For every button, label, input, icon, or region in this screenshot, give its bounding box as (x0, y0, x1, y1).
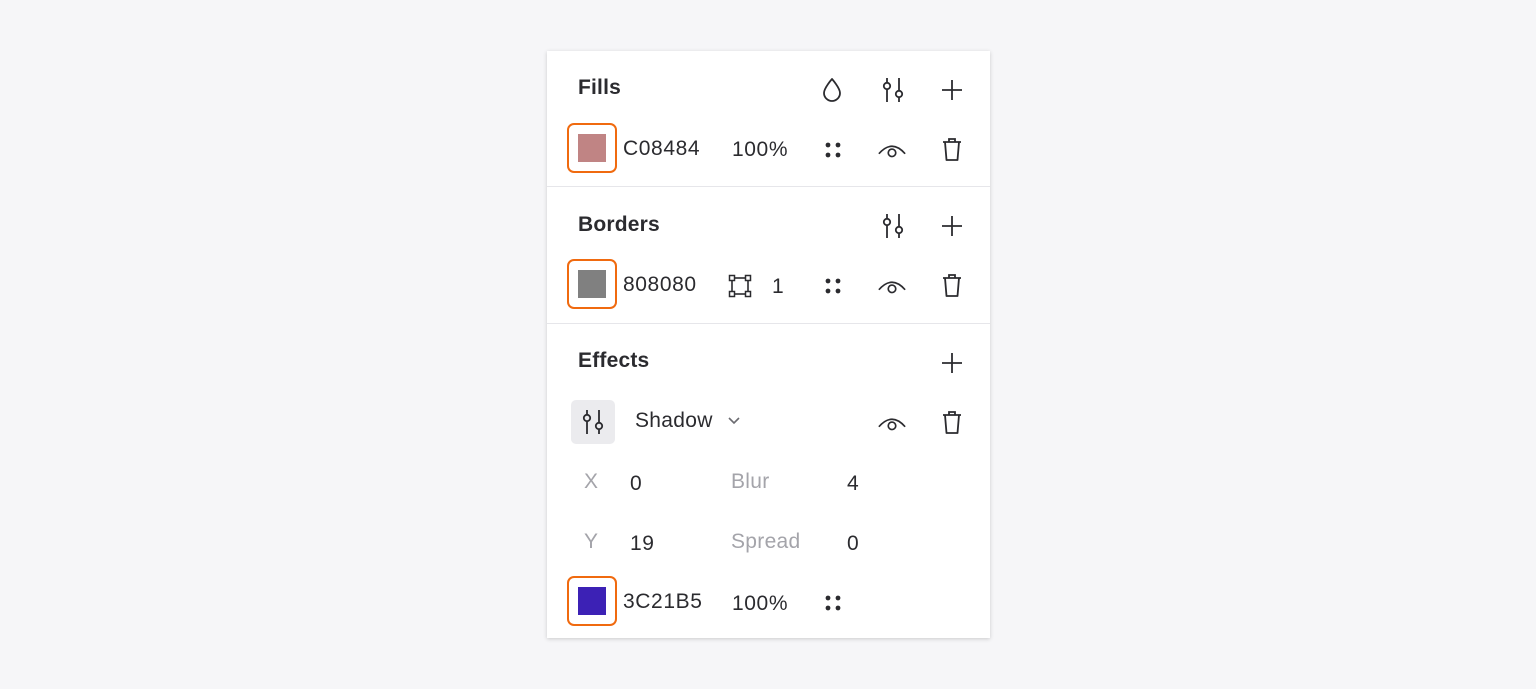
shadow-color-chip (578, 587, 606, 615)
fill-opacity[interactable]: 100% (732, 138, 788, 162)
add-effect-plus-icon[interactable] (937, 348, 967, 378)
shadow-opacity[interactable]: 100% (732, 592, 788, 616)
grid-dots-icon[interactable] (818, 588, 848, 618)
borders-title: Borders (578, 213, 660, 236)
grid-dots-icon[interactable] (818, 135, 848, 165)
fill-color-hex[interactable]: C08484 (623, 137, 700, 161)
shadow-color-hex[interactable]: 3C21B5 (623, 590, 703, 614)
border-color-hex[interactable]: 808080 (623, 273, 697, 297)
divider (547, 323, 990, 324)
effect-type-dropdown[interactable]: Shadow (635, 409, 741, 433)
fill-color-chip (578, 134, 606, 162)
drop-icon[interactable] (817, 75, 847, 105)
shadow-y-input[interactable]: 19 (630, 532, 655, 556)
eye-icon[interactable] (877, 271, 907, 301)
effect-type-label: Shadow (635, 409, 713, 432)
border-color-swatch[interactable] (567, 259, 617, 309)
border-frame-icon[interactable] (725, 271, 755, 301)
add-fill-plus-icon[interactable] (937, 75, 967, 105)
sliders-icon[interactable] (878, 211, 908, 241)
chevron-down-icon (727, 416, 741, 426)
trash-icon[interactable] (937, 135, 967, 165)
design-properties-panel: Fills C08484 100% Borders 808080 1 Effec… (547, 51, 990, 638)
sliders-icon[interactable] (878, 75, 908, 105)
sliders-icon (582, 410, 604, 434)
shadow-x-label: X (584, 470, 599, 493)
border-width-value[interactable]: 1 (772, 275, 784, 299)
eye-icon[interactable] (877, 135, 907, 165)
shadow-spread-input[interactable]: 0 (847, 532, 859, 556)
shadow-blur-input[interactable]: 4 (847, 472, 859, 496)
border-color-chip (578, 270, 606, 298)
effect-settings-button[interactable] (571, 400, 615, 444)
shadow-x-input[interactable]: 0 (630, 472, 642, 496)
shadow-spread-label: Spread (731, 530, 801, 553)
fill-color-swatch[interactable] (567, 123, 617, 173)
shadow-y-label: Y (584, 530, 599, 553)
fills-title: Fills (578, 76, 622, 99)
shadow-blur-label: Blur (731, 470, 770, 493)
eye-icon[interactable] (877, 408, 907, 438)
grid-dots-icon[interactable] (818, 271, 848, 301)
effects-title: Effects (578, 349, 650, 372)
shadow-color-swatch[interactable] (567, 576, 617, 626)
divider (547, 186, 990, 187)
trash-icon[interactable] (937, 271, 967, 301)
add-border-plus-icon[interactable] (937, 211, 967, 241)
trash-icon[interactable] (937, 408, 967, 438)
